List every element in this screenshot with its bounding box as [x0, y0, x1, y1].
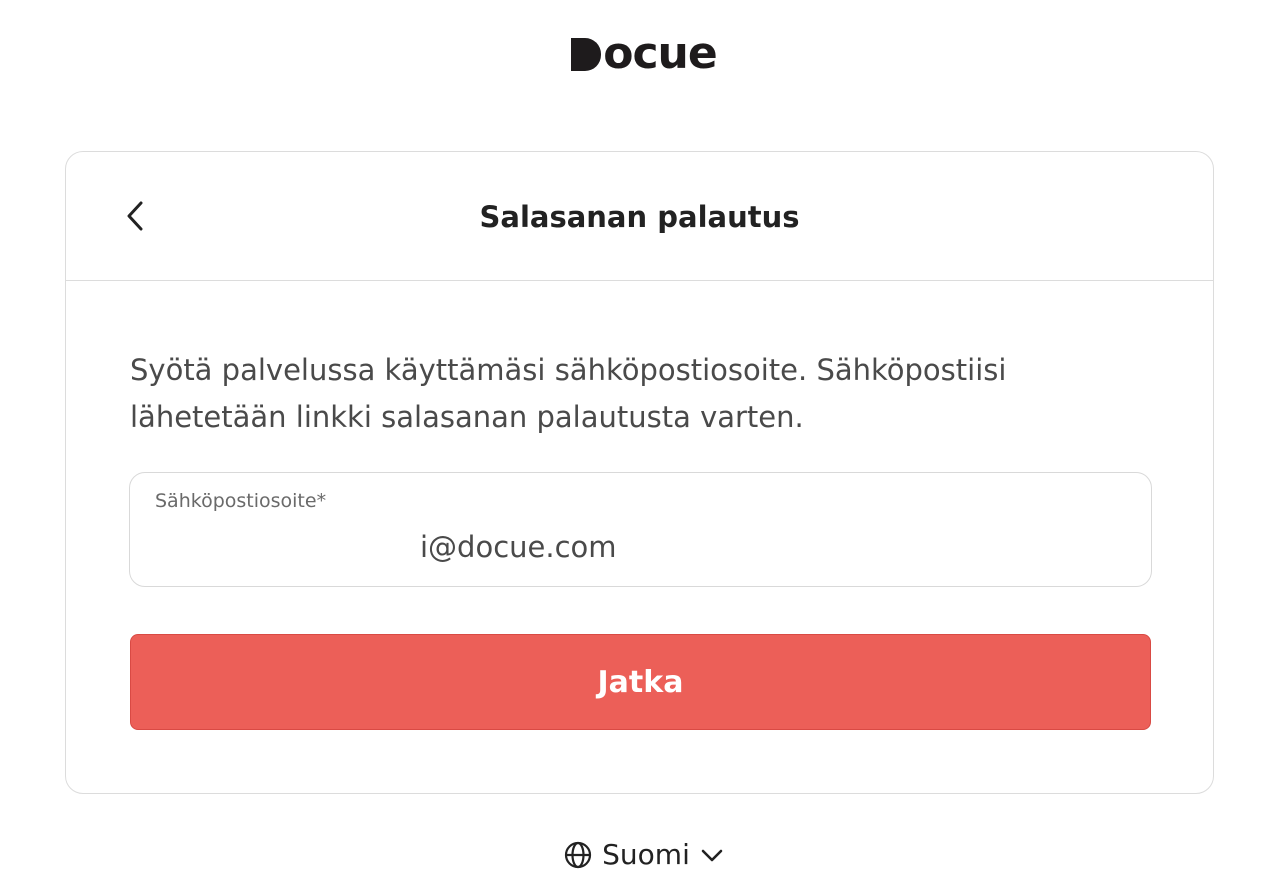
language-selector: Suomi — [0, 838, 1288, 871]
email-field[interactable]: Sähköpostiosoite* — [129, 472, 1152, 587]
instructions-text: Syötä palvelussa käyttämäsi sähköpostios… — [130, 353, 1007, 434]
logo-text: ocue — [603, 28, 717, 79]
continue-button[interactable]: Jatka — [130, 634, 1151, 730]
chevron-left-icon — [126, 199, 146, 233]
password-reset-card: Salasanan palautus Syötä palvelussa käyt… — [65, 151, 1214, 794]
logo-d-mark — [571, 37, 602, 71]
chevron-down-icon — [700, 847, 724, 863]
globe-icon — [564, 841, 592, 869]
email-input[interactable] — [420, 527, 1120, 567]
app-logo: ocue — [0, 32, 1288, 76]
language-label: Suomi — [602, 838, 690, 871]
email-field-label: Sähköpostiosoite* — [155, 490, 327, 512]
page-title: Salasanan palautus — [479, 200, 800, 234]
back-button[interactable] — [116, 196, 156, 236]
card-header: Salasanan palautus — [66, 152, 1213, 281]
language-dropdown[interactable]: Suomi — [564, 838, 724, 871]
